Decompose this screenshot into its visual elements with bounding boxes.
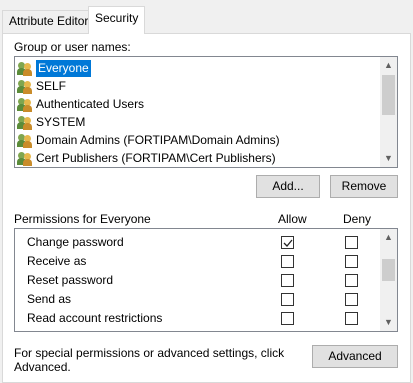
advanced-button[interactable]: Advanced: [312, 345, 398, 368]
tab-security[interactable]: Security: [88, 6, 146, 34]
list-item-authenticated-users[interactable]: Authenticated Users: [17, 96, 144, 113]
scroll-thumb[interactable]: [382, 75, 395, 115]
permission-row-read-account-restrictions: Read account restrictions: [15, 309, 381, 328]
footer-hint-line2: Advanced.: [14, 360, 71, 374]
scroll-down-icon[interactable]: ▼: [380, 314, 397, 331]
permission-name: Send as: [27, 292, 72, 306]
remove-button[interactable]: Remove: [330, 175, 398, 198]
deny-checkbox[interactable]: [345, 274, 358, 287]
deny-checkbox[interactable]: [345, 331, 358, 332]
allow-checkbox[interactable]: [281, 293, 294, 306]
list-item-domain-admins[interactable]: Domain Admins (FORTIPAM\Domain Admins): [17, 132, 280, 149]
allow-checkbox[interactable]: [281, 255, 294, 268]
tab-attribute-editor[interactable]: Attribute Editor: [2, 10, 96, 33]
permission-name: Change password: [27, 235, 124, 249]
group-user-listbox[interactable]: Everyone SELF Authenticated Users SYSTEM…: [14, 56, 398, 168]
list-item-cert-publishers[interactable]: Cert Publishers (FORTIPAM\Cert Publisher…: [17, 150, 276, 167]
tab-strip: Attribute Editor Security: [0, 0, 413, 34]
checkmark-icon: [283, 239, 293, 247]
add-button[interactable]: Add...: [256, 175, 320, 198]
users-group-icon: [17, 133, 33, 148]
permission-row-send-as: Send as: [15, 290, 381, 309]
list-item-label: Domain Admins (FORTIPAM\Domain Admins): [36, 133, 280, 147]
deny-header: Deny: [343, 212, 372, 226]
group-list-scrollbar[interactable]: ▲ ▼: [380, 57, 397, 167]
permission-name: Receive as: [27, 254, 87, 268]
permissions-scrollbar[interactable]: ▲ ▼: [380, 229, 397, 331]
permission-row-partial: [15, 328, 381, 332]
allow-checkbox[interactable]: [281, 312, 294, 325]
list-item-label: Cert Publishers (FORTIPAM\Cert Publisher…: [36, 151, 276, 165]
list-item-label: SYSTEM: [36, 115, 86, 129]
users-group-icon: [17, 61, 33, 76]
users-group-icon: [17, 79, 33, 94]
list-item-label: Everyone: [36, 60, 91, 77]
list-item-label: SELF: [36, 79, 67, 93]
users-group-icon: [17, 97, 33, 112]
group-names-label: Group or user names:: [14, 40, 131, 54]
deny-checkbox[interactable]: [345, 312, 358, 325]
allow-checkbox[interactable]: [281, 236, 294, 249]
permission-row-change-password: Change password: [15, 233, 381, 252]
permissions-title: Permissions for Everyone: [14, 212, 151, 226]
allow-header: Allow: [278, 212, 307, 226]
permission-row-reset-password: Reset password: [15, 271, 381, 290]
deny-checkbox[interactable]: [345, 293, 358, 306]
permission-name: Reset password: [27, 273, 114, 287]
allow-checkbox[interactable]: [281, 331, 294, 332]
scroll-thumb[interactable]: [382, 259, 395, 281]
allow-checkbox[interactable]: [281, 274, 294, 287]
scroll-down-icon[interactable]: ▼: [380, 150, 397, 167]
scroll-up-icon[interactable]: ▲: [380, 57, 397, 74]
list-item-label: Authenticated Users: [36, 97, 145, 111]
list-item-everyone[interactable]: Everyone: [17, 60, 91, 77]
scroll-up-icon[interactable]: ▲: [380, 229, 397, 246]
users-group-icon: [17, 151, 33, 166]
deny-checkbox[interactable]: [345, 255, 358, 268]
list-item-self[interactable]: SELF: [17, 78, 66, 95]
permissions-list: Change password Receive as Reset passwor…: [14, 228, 398, 332]
users-group-icon: [17, 115, 33, 130]
permission-row-receive-as: Receive as: [15, 252, 381, 271]
deny-checkbox[interactable]: [345, 236, 358, 249]
permission-name: Read account restrictions: [27, 311, 163, 325]
footer-hint-line1: For special permissions or advanced sett…: [14, 346, 285, 360]
list-item-system[interactable]: SYSTEM: [17, 114, 85, 131]
